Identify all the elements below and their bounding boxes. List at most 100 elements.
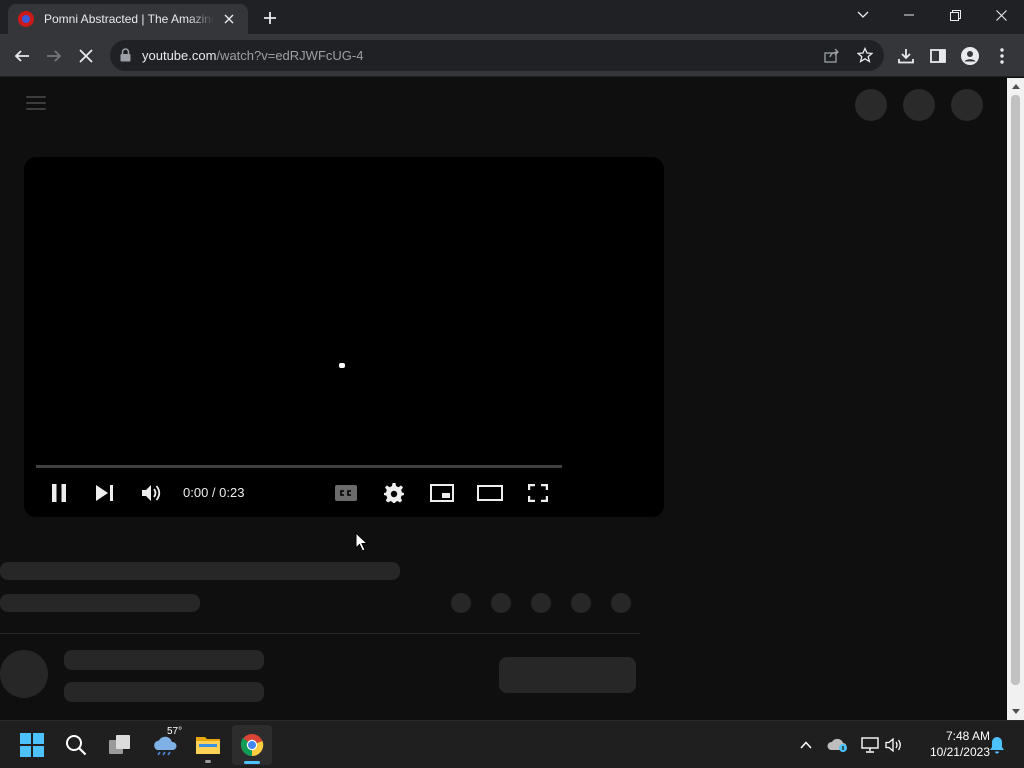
windows-logo-icon [20,733,44,757]
bell-icon [990,737,1004,754]
minimize-icon [904,14,914,16]
mouse-cursor-icon [355,532,369,552]
action-placeholder-circle [571,593,591,613]
scroll-up-arrow-icon[interactable] [1007,78,1024,95]
tab-title: Pomni Abstracted | The Amazing Digital C… [44,12,215,26]
windows-taskbar: 57° 7:48 AM 10/21/2023 [0,720,1024,768]
action-placeholder-circle [451,593,471,613]
weather-temperature: 57° [167,726,183,737]
youtube-favicon-icon [18,11,34,27]
running-indicator [205,760,211,763]
notifications-button[interactable] [985,733,1009,757]
search-button[interactable] [56,725,96,765]
share-icon[interactable] [824,48,840,68]
chevron-up-icon [800,741,812,749]
lock-icon[interactable] [120,48,131,67]
side-panel-icon [930,49,946,63]
divider [0,633,640,634]
stop-icon [79,49,93,63]
show-hidden-icons-button[interactable] [794,733,818,757]
video-player[interactable]: 0:00 / 0:23 [24,157,664,517]
task-view-button[interactable] [100,725,140,765]
volume-icon [142,485,161,501]
channel-avatar-placeholder [0,650,48,698]
arrow-right-icon [47,50,62,62]
speaker-icon [885,737,901,753]
chrome-menu-button[interactable] [988,42,1016,70]
url-path: /watch?v=edRJWFcUG-4 [216,48,364,63]
bookmark-star-icon[interactable] [856,46,874,68]
scroll-down-arrow-icon[interactable] [1007,703,1024,720]
download-icon [898,49,914,64]
side-panel-button[interactable] [924,42,952,70]
menu-icon[interactable] [26,96,46,112]
forward-button[interactable] [40,42,68,70]
network-icon [861,737,879,753]
file-explorer-button[interactable] [188,725,228,765]
onedrive-button[interactable] [826,733,850,757]
channel-name-placeholder [64,650,264,670]
restore-button[interactable] [932,0,978,30]
miniplayer-icon [430,484,454,502]
pause-button[interactable] [41,479,77,507]
task-view-icon [109,735,130,754]
page-scrollbar[interactable] [1007,78,1024,720]
new-tab-button[interactable] [258,6,282,30]
close-tab-icon[interactable] [220,10,238,28]
closed-captions-icon [335,485,357,501]
taskbar-clock[interactable]: 7:48 AM 10/21/2023 [910,728,990,760]
close-window-button[interactable] [978,0,1024,30]
address-bar[interactable]: youtube.com/watch?v=edRJWFcUG-4 [110,40,884,71]
browser-titlebar: Pomni Abstracted | The Amazing Digital C… [0,0,1024,34]
header-placeholder-circle [951,89,983,121]
miniplayer-button[interactable] [424,479,460,507]
subscribe-placeholder [499,657,636,693]
widgets-button[interactable]: 57° [145,725,185,765]
channel-meta-placeholder [64,682,264,702]
minimize-button[interactable] [886,0,932,30]
chevron-down-icon [857,11,869,18]
scrollbar-thumb[interactable] [1011,95,1020,685]
onedrive-cloud-icon [827,738,847,752]
clock-date: 10/21/2023 [929,745,990,759]
url-text[interactable]: youtube.com/watch?v=edRJWFcUG-4 [142,48,363,63]
settings-button[interactable] [376,479,412,507]
start-button[interactable] [12,725,52,765]
pause-icon [52,484,66,502]
browser-toolbar: youtube.com/watch?v=edRJWFcUG-4 [0,34,1024,77]
weather-cloud-icon [154,736,177,756]
volume-button[interactable] [882,733,906,757]
mute-button[interactable] [134,479,170,507]
fullscreen-button[interactable] [520,479,556,507]
chrome-icon [240,734,264,757]
header-placeholder-circle [855,89,887,121]
tab-search-button[interactable] [840,0,886,30]
header-placeholder-circle [903,89,935,121]
profile-button[interactable] [956,42,984,70]
subtitle-placeholder [0,594,200,612]
youtube-page: 0:00 / 0:23 [0,78,1007,720]
title-placeholder [0,562,400,580]
theater-mode-icon [477,485,503,501]
url-domain: youtube.com [142,48,217,63]
progress-bar[interactable] [36,465,562,468]
back-button[interactable] [8,42,36,70]
stop-loading-button[interactable] [72,42,100,70]
chrome-taskbar-button[interactable] [232,725,272,765]
skip-next-icon [96,485,113,501]
theater-mode-button[interactable] [472,479,508,507]
subtitles-button[interactable] [328,479,364,507]
clock-time: 7:48 AM [945,729,990,743]
next-button[interactable] [87,479,123,507]
downloads-button[interactable] [892,42,920,70]
search-icon [66,735,87,756]
network-button[interactable] [858,733,882,757]
action-placeholder-circle [491,593,511,613]
fullscreen-icon [528,484,548,502]
gear-icon [384,483,404,503]
restore-icon [949,9,961,21]
browser-tab[interactable]: Pomni Abstracted | The Amazing Digital C… [8,4,248,34]
action-placeholder-circle [531,593,551,613]
active-indicator [244,761,260,764]
profile-avatar-icon [961,47,979,65]
